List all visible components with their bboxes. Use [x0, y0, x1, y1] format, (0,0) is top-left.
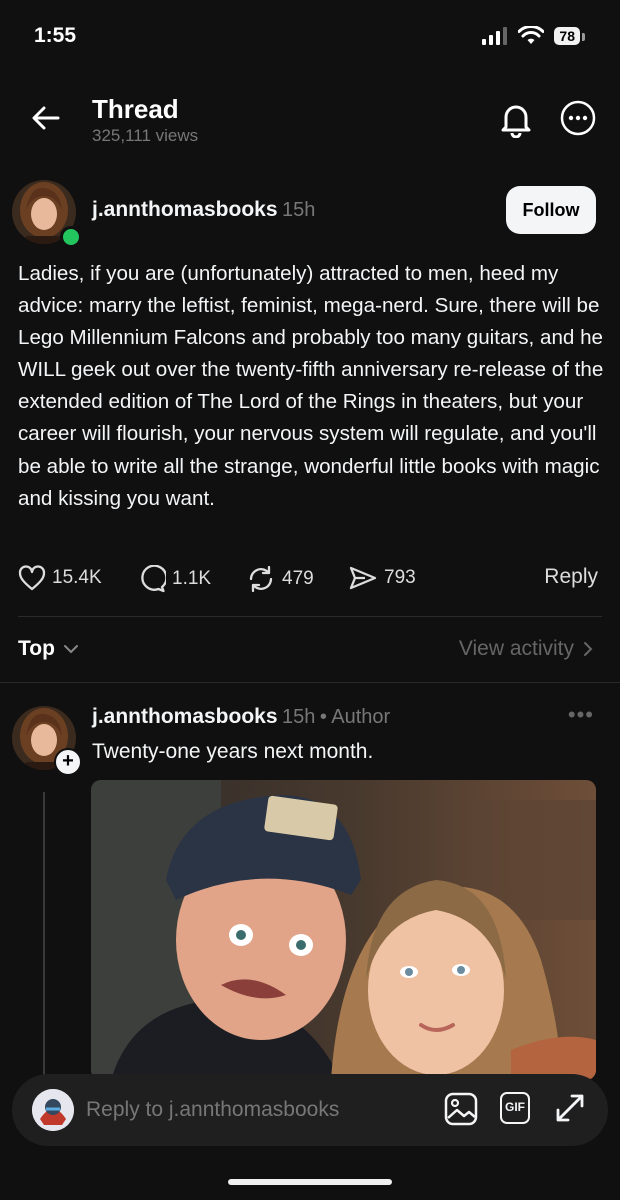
more-options-icon[interactable] — [560, 100, 596, 136]
repost-count: 479 — [282, 568, 314, 589]
reply-more-icon[interactable]: ••• — [568, 702, 594, 728]
image-icon[interactable] — [444, 1092, 478, 1126]
send-icon — [349, 566, 377, 590]
reply-meta: j.annthomasbooks 15h • Author — [92, 705, 390, 729]
post-time: 15h — [281, 199, 316, 221]
gif-icon[interactable]: GIF — [500, 1092, 530, 1124]
post-body: Ladies, if you are (unfortunately) attra… — [18, 262, 604, 510]
comment-icon — [141, 565, 166, 593]
comment-button[interactable]: 1.1K — [138, 565, 211, 593]
repost-icon — [249, 565, 273, 593]
status-time: 1:55 — [34, 24, 77, 47]
thread-line — [43, 792, 45, 1082]
reply-input[interactable] — [86, 1096, 426, 1124]
post-actions: 15.4K 1.1K 479 793 Reply — [18, 565, 598, 599]
view-activity-link[interactable]: View activity — [459, 637, 594, 661]
author-badge: Author — [331, 706, 391, 728]
expand-icon[interactable] — [552, 1090, 588, 1126]
status-icons: 78 — [482, 26, 585, 46]
reply-link[interactable]: Reply — [544, 565, 598, 589]
reply-time: 15h — [281, 706, 316, 728]
reply-photo[interactable] — [91, 780, 596, 1080]
page-title: Thread — [92, 94, 179, 124]
heart-icon — [18, 565, 46, 591]
reply-body: Twenty-one years next month. — [92, 740, 374, 763]
my-avatar — [32, 1089, 74, 1131]
battery-icon: 78 — [554, 27, 585, 45]
author-username[interactable]: j.annthomasbooks — [92, 198, 278, 221]
sort-dropdown[interactable]: Top — [18, 637, 79, 661]
reply-author-username[interactable]: j.annthomasbooks — [92, 705, 278, 728]
home-indicator[interactable] — [228, 1179, 392, 1185]
view-activity-label: View activity — [458, 637, 574, 660]
follow-button[interactable]: Follow — [506, 186, 596, 234]
meta-separator: • — [319, 706, 327, 728]
share-count: 793 — [384, 567, 416, 588]
comment-count: 1.1K — [172, 568, 212, 589]
cellular-signal-icon — [482, 27, 508, 45]
post-meta: j.annthomasbooks 15h — [92, 198, 315, 222]
bell-icon[interactable] — [498, 100, 534, 138]
like-button[interactable]: 15.4K — [18, 565, 102, 591]
follow-plus-icon[interactable]: + — [54, 748, 82, 776]
divider — [0, 682, 620, 683]
online-status-dot — [60, 226, 82, 248]
wifi-icon — [518, 26, 545, 44]
chevron-down-icon — [63, 645, 78, 654]
reply-composer: GIF — [12, 1074, 608, 1146]
chevron-right-icon — [584, 642, 593, 656]
share-button[interactable]: 793 — [348, 565, 416, 591]
sort-label: Top — [18, 637, 55, 660]
divider — [18, 616, 602, 617]
back-arrow-icon[interactable] — [30, 102, 62, 134]
view-count: 325,111 views — [92, 126, 199, 145]
repost-button[interactable]: 479 — [246, 565, 314, 593]
like-count: 15.4K — [52, 567, 102, 588]
